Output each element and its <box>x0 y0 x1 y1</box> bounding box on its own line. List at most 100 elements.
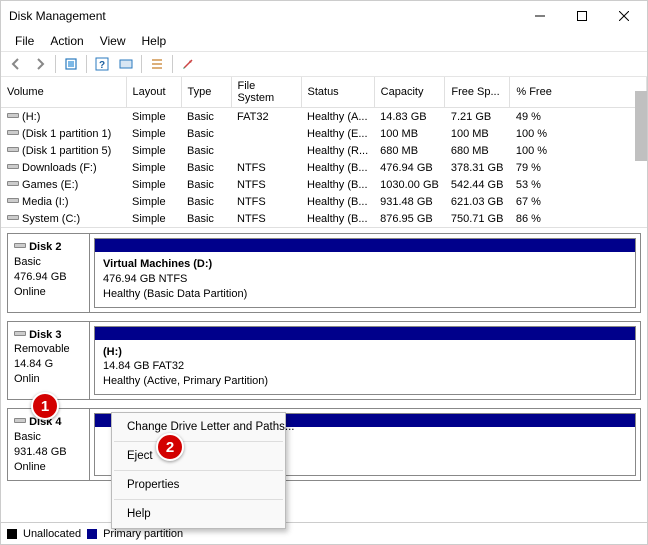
cell-layout: Simple <box>126 159 181 176</box>
col-fs[interactable]: File System <box>231 77 301 108</box>
volume-row[interactable]: (Disk 1 partition 1)SimpleBasicHealthy (… <box>1 125 647 142</box>
legend-swatch-primary <box>87 529 97 539</box>
cell-free: 7.21 GB <box>445 108 510 126</box>
menubar: File Action View Help <box>1 31 647 51</box>
disk-icon <box>7 178 19 188</box>
cell-volume: (Disk 1 partition 1) <box>1 125 126 142</box>
window-title: Disk Management <box>9 9 519 23</box>
action-button[interactable] <box>115 53 137 75</box>
cell-capacity: 14.83 GB <box>374 108 445 126</box>
disk-row[interactable]: Disk 2 Basic 476.94 GB Online Virtual Ma… <box>7 233 641 313</box>
refresh-button[interactable] <box>60 53 82 75</box>
disk-summary: Disk 2 Basic 476.94 GB Online <box>8 234 90 312</box>
cell-capacity: 680 MB <box>374 142 445 159</box>
cell-capacity: 931.48 GB <box>374 193 445 210</box>
cell-pct: 67 % <box>510 193 647 210</box>
cell-layout: Simple <box>126 193 181 210</box>
list-button[interactable] <box>146 53 168 75</box>
cell-fs: FAT32 <box>231 108 301 126</box>
titlebar: Disk Management <box>1 1 647 31</box>
forward-button[interactable] <box>29 53 51 75</box>
cell-pct: 100 % <box>510 125 647 142</box>
disk-icon <box>7 161 19 171</box>
cell-capacity: 476.94 GB <box>374 159 445 176</box>
cell-free: 100 MB <box>445 125 510 142</box>
disk-icon <box>14 240 26 250</box>
menu-help[interactable]: Help <box>134 32 175 50</box>
partition[interactable]: Virtual Machines (D:) 476.94 GB NTFS Hea… <box>94 238 636 308</box>
cell-free: 378.31 GB <box>445 159 510 176</box>
cell-pct: 53 % <box>510 176 647 193</box>
cell-type: Basic <box>181 193 231 210</box>
cell-free: 542.44 GB <box>445 176 510 193</box>
cell-volume: System (C:) <box>1 210 126 227</box>
ctx-properties[interactable]: Properties <box>113 474 284 496</box>
ctx-eject[interactable]: Eject <box>113 445 284 467</box>
cell-free: 680 MB <box>445 142 510 159</box>
menu-file[interactable]: File <box>7 32 42 50</box>
disk-icon <box>7 144 19 154</box>
volume-row[interactable]: (H:)SimpleBasicFAT32Healthy (A...14.83 G… <box>1 108 647 126</box>
cell-fs <box>231 142 301 159</box>
col-volume[interactable]: Volume <box>1 77 126 108</box>
cell-pct: 86 % <box>510 210 647 227</box>
cell-status: Healthy (B... <box>301 210 374 227</box>
cell-fs: NTFS <box>231 210 301 227</box>
separator <box>114 470 283 471</box>
help-button[interactable]: ? <box>91 53 113 75</box>
properties-button[interactable] <box>177 53 199 75</box>
maximize-button[interactable] <box>561 2 603 30</box>
col-status[interactable]: Status <box>301 77 374 108</box>
close-button[interactable] <box>603 2 645 30</box>
cell-volume: Media (I:) <box>1 193 126 210</box>
cell-type: Basic <box>181 125 231 142</box>
cell-status: Healthy (R... <box>301 142 374 159</box>
col-free[interactable]: Free Sp... <box>445 77 510 108</box>
disk-summary: Disk 3 Removable 14.84 G Onlin <box>8 322 90 400</box>
cell-fs: NTFS <box>231 176 301 193</box>
cell-status: Healthy (A... <box>301 108 374 126</box>
cell-capacity: 876.95 GB <box>374 210 445 227</box>
context-menu: Change Drive Letter and Paths... Eject P… <box>111 412 286 529</box>
volume-row[interactable]: Downloads (F:)SimpleBasicNTFSHealthy (B.… <box>1 159 647 176</box>
volume-row[interactable]: Media (I:)SimpleBasicNTFSHealthy (B...93… <box>1 193 647 210</box>
cell-pct: 49 % <box>510 108 647 126</box>
legend-unallocated: Unallocated <box>23 528 81 540</box>
minimize-button[interactable] <box>519 2 561 30</box>
cell-volume: Games (E:) <box>1 176 126 193</box>
disk-summary: Disk 4 Basic 931.48 GB Online <box>8 409 90 480</box>
separator <box>55 55 56 73</box>
separator <box>141 55 142 73</box>
ctx-help[interactable]: Help <box>113 503 284 525</box>
ctx-change-drive-letter[interactable]: Change Drive Letter and Paths... <box>113 416 284 438</box>
disk-row[interactable]: Disk 3 Removable 14.84 G Onlin (H:) 14.8… <box>7 321 641 401</box>
volume-row[interactable]: (Disk 1 partition 5)SimpleBasicHealthy (… <box>1 142 647 159</box>
col-pct[interactable]: % Free <box>510 77 647 108</box>
disk-management-window: Disk Management File Action View Help ? … <box>0 0 648 545</box>
cell-fs: NTFS <box>231 193 301 210</box>
cell-status: Healthy (B... <box>301 176 374 193</box>
cell-status: Healthy (B... <box>301 159 374 176</box>
cell-type: Basic <box>181 108 231 126</box>
disk-icon <box>7 212 19 222</box>
cell-type: Basic <box>181 159 231 176</box>
back-button[interactable] <box>5 53 27 75</box>
partition[interactable]: (H:) 14.84 GB FAT32 Healthy (Active, Pri… <box>94 326 636 396</box>
legend-primary: Primary partition <box>103 528 183 540</box>
disk-icon <box>7 127 19 137</box>
volume-row[interactable]: Games (E:)SimpleBasicNTFSHealthy (B...10… <box>1 176 647 193</box>
cell-layout: Simple <box>126 210 181 227</box>
col-capacity[interactable]: Capacity <box>374 77 445 108</box>
disk-row[interactable]: Disk 4 Basic 931.48 GB Online <box>7 408 641 481</box>
volume-row[interactable]: System (C:)SimpleBasicNTFSHealthy (B...8… <box>1 210 647 227</box>
cell-fs: NTFS <box>231 159 301 176</box>
menu-view[interactable]: View <box>92 32 134 50</box>
annotation-marker-1: 1 <box>31 392 59 420</box>
menu-action[interactable]: Action <box>42 32 91 50</box>
separator <box>114 499 283 500</box>
volume-table: Volume Layout Type File System Status Ca… <box>1 77 647 227</box>
cell-status: Healthy (B... <box>301 193 374 210</box>
col-layout[interactable]: Layout <box>126 77 181 108</box>
col-type[interactable]: Type <box>181 77 231 108</box>
disk-icon <box>7 195 19 205</box>
